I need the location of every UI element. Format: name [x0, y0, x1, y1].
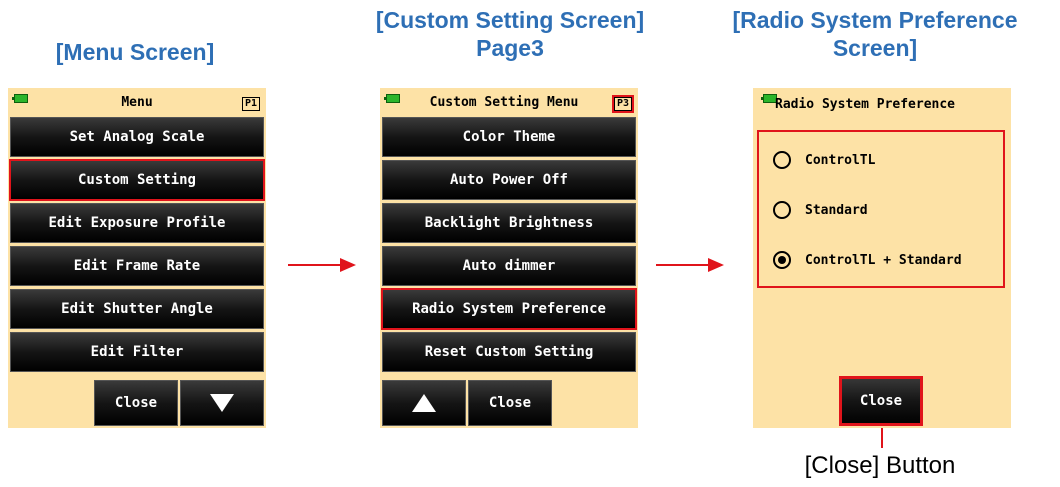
- close-button[interactable]: Close: [94, 380, 178, 426]
- menu-item-radio-system-preference[interactable]: Radio System Preference: [381, 288, 637, 330]
- close-button[interactable]: Close: [839, 376, 923, 426]
- radio-system-preference-screen: Radio System Preference ControlTL Standa…: [753, 88, 1011, 428]
- page-up-button[interactable]: [382, 380, 466, 426]
- menu-item-edit-filter[interactable]: Edit Filter: [10, 332, 264, 372]
- menu-item-auto-dimmer[interactable]: Auto dimmer: [382, 246, 636, 286]
- menu-item-auto-power-off[interactable]: Auto Power Off: [382, 160, 636, 200]
- callout-line: [881, 428, 883, 448]
- custom-titlebar: Custom Setting Menu P3: [380, 88, 638, 120]
- page-badge: P3: [611, 95, 635, 113]
- radio-heading-line1: [Radio System Preference: [732, 7, 1018, 33]
- radio-heading-line2: Screen]: [832, 35, 918, 61]
- radio-option-controltl-standard[interactable]: ControlTL + Standard: [773, 248, 962, 272]
- radio-screen-heading: [Radio System Preference Screen]: [690, 6, 1060, 62]
- page-down-button[interactable]: [180, 380, 264, 426]
- menu-title: Menu: [121, 95, 153, 110]
- menu-item-edit-shutter-angle[interactable]: Edit Shutter Angle: [10, 289, 264, 329]
- radio-options-group: ControlTL Standard ControlTL + Standard: [757, 130, 1005, 288]
- custom-heading-line1: [Custom Setting Screen]: [375, 7, 645, 33]
- menu-item-backlight-brightness[interactable]: Backlight Brightness: [382, 203, 636, 243]
- triangle-up-icon: [412, 394, 436, 412]
- radio-option-label: ControlTL + Standard: [805, 252, 962, 268]
- radio-option-label: ControlTL: [805, 152, 876, 168]
- menu-screen-heading: [Menu Screen]: [55, 39, 215, 65]
- radio-option-standard[interactable]: Standard: [773, 198, 868, 222]
- radio-icon: [773, 151, 791, 169]
- custom-heading-line2: Page3: [476, 35, 544, 61]
- custom-screen-heading: [Custom Setting Screen] Page3: [330, 6, 690, 62]
- custom-setting-screen: Custom Setting Menu P3 Color Theme Auto …: [380, 88, 638, 428]
- radio-icon: [773, 201, 791, 219]
- menu-item-custom-setting[interactable]: Custom Setting: [9, 159, 265, 201]
- radio-option-controltl[interactable]: ControlTL: [773, 148, 875, 172]
- arrow-icon: [656, 258, 724, 272]
- radio-title: Radio System Preference: [775, 97, 956, 112]
- page-badge: P1: [241, 97, 260, 111]
- radio-selected-icon: [773, 251, 791, 269]
- menu-item-color-theme[interactable]: Color Theme: [382, 117, 636, 157]
- menu-item-edit-frame-rate[interactable]: Edit Frame Rate: [10, 246, 264, 286]
- custom-title: Custom Setting Menu: [429, 95, 579, 110]
- menu-titlebar: Menu P1: [8, 88, 266, 120]
- menu-item-reset-custom-setting[interactable]: Reset Custom Setting: [382, 332, 636, 372]
- arrow-icon: [288, 258, 356, 272]
- close-button[interactable]: Close: [468, 380, 552, 426]
- menu-item-set-analog-scale[interactable]: Set Analog Scale: [10, 117, 264, 157]
- menu-screen: Menu P1 Set Analog Scale Custom Setting …: [8, 88, 266, 428]
- close-button-callout: [Close] Button: [804, 452, 956, 479]
- radio-option-label: Standard: [805, 202, 868, 218]
- radio-titlebar: Radio System Preference: [753, 88, 1011, 120]
- menu-item-edit-exposure-profile[interactable]: Edit Exposure Profile: [10, 203, 264, 243]
- triangle-down-icon: [210, 394, 234, 412]
